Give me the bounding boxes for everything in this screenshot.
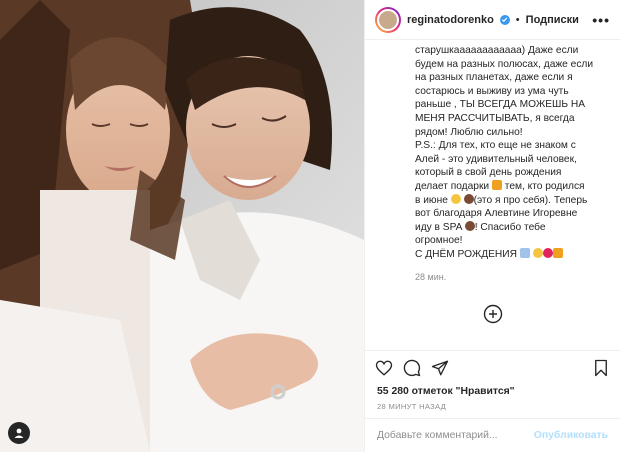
- action-bar: [365, 350, 620, 384]
- likes-count[interactable]: 55 280 отметок "Нравится": [365, 384, 620, 400]
- heart-icon[interactable]: [375, 359, 393, 377]
- post-header: reginatodorenko • Подписки •••: [365, 0, 620, 40]
- person-emoji-icon: [464, 220, 475, 231]
- caption-line: на разных планетах, даже если я: [415, 72, 573, 84]
- comment-icon[interactable]: [403, 359, 421, 377]
- user-tag-icon: [14, 428, 24, 438]
- caption-fragment: делает подарки: [415, 180, 490, 192]
- caption-line: иду в SPA ! Спасибо тебе: [415, 220, 606, 235]
- post-timestamp[interactable]: 28 МИНУТ НАЗАД: [365, 400, 620, 418]
- avatar[interactable]: [375, 6, 401, 33]
- caption-text: старушкаааааааааааа) Даже если будем на …: [365, 44, 620, 262]
- user-tag-button[interactable]: [8, 422, 30, 444]
- caption-line: С ДНЁМ РОЖДЕНИЯ: [415, 247, 606, 262]
- caption-fragment: иду в SPA: [415, 221, 462, 233]
- caption-line: в июне (это я про себя). Теперь: [415, 193, 606, 208]
- add-circle-icon: [483, 304, 502, 323]
- caption-line: P.S.: Для тех, кто еще не знаком с: [415, 140, 576, 152]
- publish-button[interactable]: Опубликовать: [534, 430, 608, 441]
- caption-time: 28 мин.: [415, 271, 447, 282]
- username-link[interactable]: reginatodorenko: [407, 14, 494, 26]
- instagram-post: reginatodorenko • Подписки ••• старушкаа…: [0, 0, 620, 452]
- smile-emoji-icon: [532, 247, 543, 258]
- caption-line: МЕНЯ РАССЧИТЫВАТЬ, я всегда: [415, 112, 575, 124]
- caption-line: делает подарки тем, кто родился: [415, 179, 606, 194]
- avatar-image: [377, 8, 399, 31]
- gift-icon: [552, 247, 563, 258]
- photo-illustration: [0, 0, 364, 452]
- caption-line: старушкаааааааааааа) Даже если: [415, 45, 579, 56]
- verified-icon: [499, 14, 510, 25]
- comment-input[interactable]: [377, 430, 534, 441]
- person-emoji-icon: [463, 193, 474, 204]
- caption-line: который в свой день рождения: [415, 167, 562, 179]
- caption-line: состарюсь и выживу из ума чуть: [415, 85, 569, 97]
- post-side-panel: reginatodorenko • Подписки ••• старушкаа…: [364, 0, 620, 452]
- caption-fragment: тем, кто родился: [501, 180, 585, 192]
- caption-line: вот благодаря Алевтине Игоревне: [415, 208, 578, 220]
- caption-line: рядом! Люблю сильно!: [415, 126, 523, 138]
- caption-line: раньше , ТЫ ВСЕГДА МОЖЕШЬ НА: [415, 99, 586, 111]
- caption-fragment: в июне: [415, 194, 448, 206]
- caption-fragment: (это я про себя). Теперь: [473, 194, 588, 206]
- caption-line: Алей - это удивительный человек,: [415, 153, 577, 165]
- smile-emoji-icon: [450, 193, 461, 204]
- heart-emoji-icon: [542, 247, 553, 258]
- gift-icon: [491, 179, 502, 190]
- caption-area[interactable]: старушкаааааааааааа) Даже если будем на …: [365, 40, 620, 350]
- caption-line: будем на разных полюсах, даже если: [415, 58, 594, 70]
- post-photo[interactable]: [0, 0, 364, 452]
- caption-fragment: ! Спасибо тебе: [474, 221, 546, 233]
- comment-box: Опубликовать: [365, 418, 620, 452]
- load-more-comments[interactable]: [365, 304, 620, 324]
- caption-line: огромное!: [415, 235, 463, 247]
- more-options-icon[interactable]: •••: [592, 12, 610, 28]
- following-button[interactable]: Подписки: [526, 14, 579, 26]
- caption-fragment: С ДНЁМ РОЖДЕНИЯ: [415, 248, 517, 260]
- face-emoji-icon: [519, 247, 530, 258]
- separator-dot: •: [515, 13, 520, 26]
- share-icon[interactable]: [431, 359, 449, 377]
- save-icon[interactable]: [592, 359, 610, 377]
